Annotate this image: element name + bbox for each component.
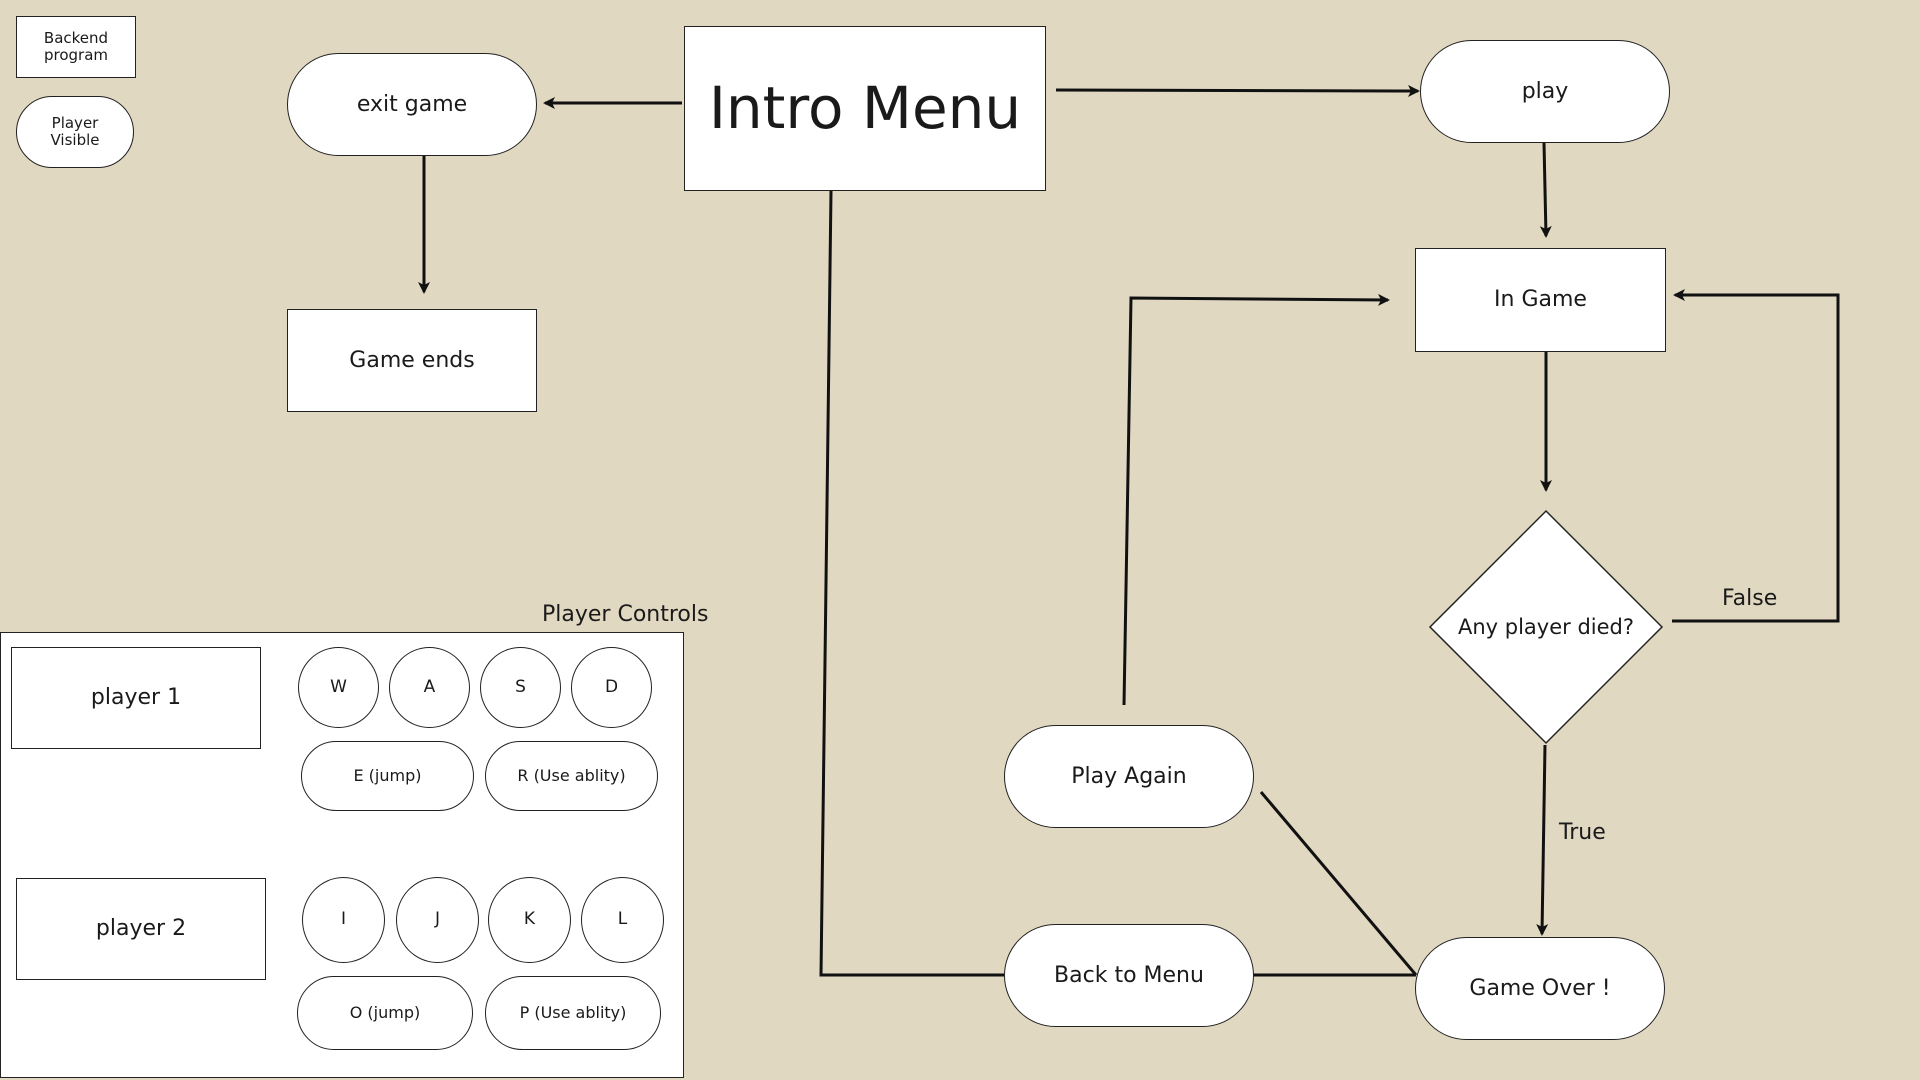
arrow-play-to-ingame [1539,142,1552,238]
arrow-intro-to-play [1055,84,1420,97]
legend-backend-box: Backend program [16,16,136,78]
key-a: A [389,647,470,728]
key-a-label: A [423,676,436,697]
legend-player-visible-pill: Player Visible [16,96,134,168]
play-pill: play [1420,40,1670,143]
key-s: S [480,647,561,728]
game-ends-box: Game ends [287,309,537,412]
legend-backend-label: Backend program [43,28,109,64]
player-2-label: player 2 [95,916,187,942]
exit-game-label: exit game [356,91,468,117]
key-p-ability-label: P (Use ablity) [519,1002,627,1022]
game-ends-label: Game ends [349,347,475,373]
key-d: D [571,647,652,728]
key-w-label: W [330,676,347,697]
key-j: J [396,877,479,963]
key-r-ability: R (Use ablity) [485,741,658,811]
key-l-label: L [617,909,628,930]
true-label: True [1559,820,1606,845]
game-over-label: Game Over ! [1469,975,1611,1001]
in-game-box: In Game [1415,248,1666,352]
key-k: K [488,877,571,963]
arrow-decision-to-gameover [1536,744,1549,936]
legend-player-visible-label: Player Visible [50,113,100,149]
player-2-box: player 2 [16,878,266,980]
key-e-jump-label: E (jump) [353,765,422,785]
player-1-label: player 1 [90,685,182,711]
play-again-label: Play Again [1071,763,1187,789]
key-e-jump: E (jump) [301,741,474,811]
player-controls-title: Player Controls [542,602,709,627]
key-r-ability-label: R (Use ablity) [517,765,626,785]
key-j-label: J [434,909,440,930]
key-o-jump: O (jump) [297,976,473,1050]
any-player-died-decision: Any player died? [1428,509,1664,745]
key-o-jump-label: O (jump) [349,1002,421,1022]
key-d-label: D [604,676,619,697]
intro-menu-box: Intro Menu [684,26,1046,191]
play-label: play [1521,78,1569,104]
key-s-label: S [515,676,526,697]
play-again-pill: Play Again [1004,725,1254,828]
false-label: False [1722,586,1778,611]
player-1-box: player 1 [11,647,261,749]
exit-game-pill: exit game [287,53,537,156]
back-to-menu-pill: Back to Menu [1004,924,1254,1027]
back-to-menu-label: Back to Menu [1054,962,1204,988]
key-w: W [298,647,379,728]
line-backmenu-to-intro [819,190,1004,977]
arrow-false-loop [1672,289,1840,623]
key-l: L [581,877,664,963]
key-i: I [302,877,385,963]
decision-label: Any player died? [1457,615,1635,639]
in-game-label: In Game [1494,287,1587,313]
key-i-label: I [340,909,346,930]
intro-menu-label: Intro Menu [708,74,1022,143]
game-over-pill: Game Over ! [1415,937,1665,1040]
key-k-label: K [523,909,536,930]
line-gameover-to-playagain [1259,791,1418,976]
arrow-playagain-to-ingame [1122,293,1390,706]
key-p-ability: P (Use ablity) [485,976,661,1050]
